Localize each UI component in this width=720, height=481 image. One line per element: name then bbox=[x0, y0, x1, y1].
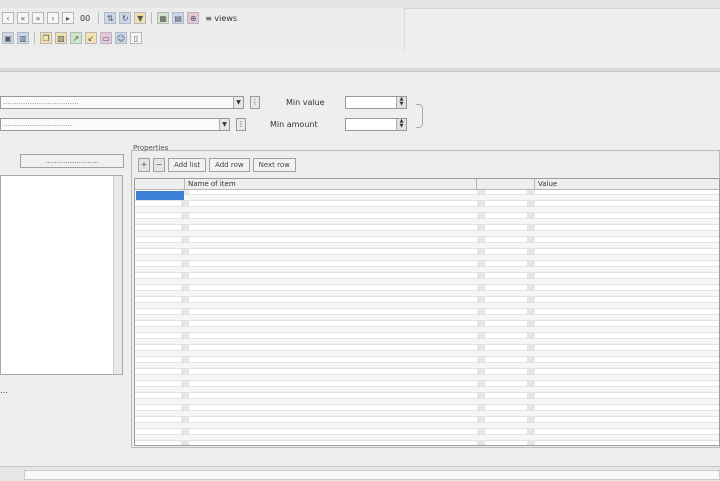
grid-header-cell[interactable]: Value bbox=[535, 179, 719, 189]
next-icon[interactable]: › bbox=[47, 12, 59, 24]
add-icon[interactable]: + bbox=[138, 158, 150, 172]
doc-icon[interactable]: ▯ bbox=[130, 32, 142, 44]
selected-cell[interactable] bbox=[136, 191, 184, 200]
add-row-button[interactable]: Add row bbox=[209, 158, 250, 172]
print-icon[interactable]: ▥ bbox=[17, 32, 29, 44]
left-scrollbar[interactable] bbox=[113, 176, 122, 374]
nav-position: 00 bbox=[80, 13, 91, 23]
min-value-label: Min value bbox=[286, 98, 325, 107]
grid-header-cell[interactable] bbox=[477, 179, 535, 189]
grid-header-cell[interactable] bbox=[135, 179, 185, 189]
last-icon[interactable]: ▸ bbox=[62, 12, 74, 24]
forward-icon[interactable]: » bbox=[32, 12, 44, 24]
min-value-spinner[interactable]: ▲ ▼ bbox=[345, 96, 407, 109]
status-field bbox=[24, 470, 720, 480]
group-title: Properties bbox=[133, 144, 169, 152]
next-row-button[interactable]: Next row bbox=[252, 158, 296, 172]
prev-icon[interactable]: ‹ bbox=[2, 12, 14, 24]
refresh-icon[interactable]: ↻ bbox=[119, 12, 132, 24]
toolbar-row-2: ▣ ▥ ❐ ▧ ↗ ↙ ▭ ☺ ▯ bbox=[0, 30, 142, 46]
chevron-down-icon[interactable]: ▼ bbox=[233, 97, 243, 108]
copy-icon[interactable]: ❐ bbox=[40, 32, 52, 44]
toolbar-row-1: ‹ « » › ▸ 00 ⇅ ↻ ▼ ▦ ▤ ⊕ ≡ views bbox=[0, 10, 240, 26]
grid-header: Name of item Value bbox=[135, 179, 719, 190]
range-bracket bbox=[416, 104, 423, 128]
import-icon[interactable]: ↙ bbox=[85, 32, 97, 44]
export-icon[interactable]: ↗ bbox=[70, 32, 82, 44]
left-panel-button[interactable]: ........................ bbox=[20, 154, 124, 168]
filter-combo-2[interactable]: ............................... ▼ bbox=[0, 118, 230, 131]
remove-icon[interactable]: − bbox=[153, 158, 165, 172]
section-divider bbox=[0, 68, 720, 72]
chart-icon[interactable]: ▤ bbox=[172, 12, 185, 24]
chevron-down-icon[interactable]: ▼ bbox=[219, 119, 229, 130]
sort-icon[interactable]: ⇅ bbox=[104, 12, 117, 24]
add-list-button[interactable]: Add list bbox=[168, 158, 207, 172]
toolbar: ‹ « » › ▸ 00 ⇅ ↻ ▼ ▦ ▤ ⊕ ≡ views ▣ ▥ ❐ ▧… bbox=[0, 8, 405, 50]
min-amount-label: Min amount bbox=[270, 120, 318, 129]
min-amount-spinner[interactable]: ▲ ▼ bbox=[345, 118, 407, 131]
grid-icon[interactable]: ▦ bbox=[157, 12, 170, 24]
zoom-icon[interactable]: ⊕ bbox=[187, 12, 200, 24]
folder-icon[interactable]: ▭ bbox=[100, 32, 112, 44]
filter-combo-1-value: .................................. bbox=[3, 98, 79, 106]
user-icon[interactable]: ☺ bbox=[115, 32, 127, 44]
views-button[interactable]: ≡ views bbox=[202, 14, 240, 23]
left-status-text: ... bbox=[0, 386, 8, 395]
filter-combo-2-value: ............................... bbox=[3, 120, 72, 128]
toolbar-separator bbox=[34, 32, 35, 44]
group-toolbar: + − Add list Add row Next row bbox=[138, 158, 296, 172]
data-grid[interactable]: Name of item Value bbox=[134, 178, 720, 446]
table-row[interactable] bbox=[135, 435, 719, 441]
filter-combo-1[interactable]: .................................. ▼ bbox=[0, 96, 244, 109]
back-icon[interactable]: « bbox=[17, 12, 29, 24]
filter-icon[interactable]: ▼ bbox=[134, 12, 147, 24]
grid-header-cell[interactable]: Name of item bbox=[185, 179, 477, 189]
filter-1-button[interactable]: ⋮ bbox=[250, 96, 260, 109]
toolbar-separator bbox=[151, 12, 153, 24]
toolbar-separator bbox=[98, 12, 100, 24]
save-icon[interactable]: ▣ bbox=[2, 32, 14, 44]
spinner-arrows-icon[interactable]: ▲ ▼ bbox=[396, 97, 406, 108]
left-list-panel[interactable] bbox=[0, 175, 123, 375]
paste-icon[interactable]: ▧ bbox=[55, 32, 67, 44]
spinner-arrows-icon[interactable]: ▲ ▼ bbox=[396, 119, 406, 130]
filter-2-button[interactable]: ⋮ bbox=[236, 118, 246, 131]
